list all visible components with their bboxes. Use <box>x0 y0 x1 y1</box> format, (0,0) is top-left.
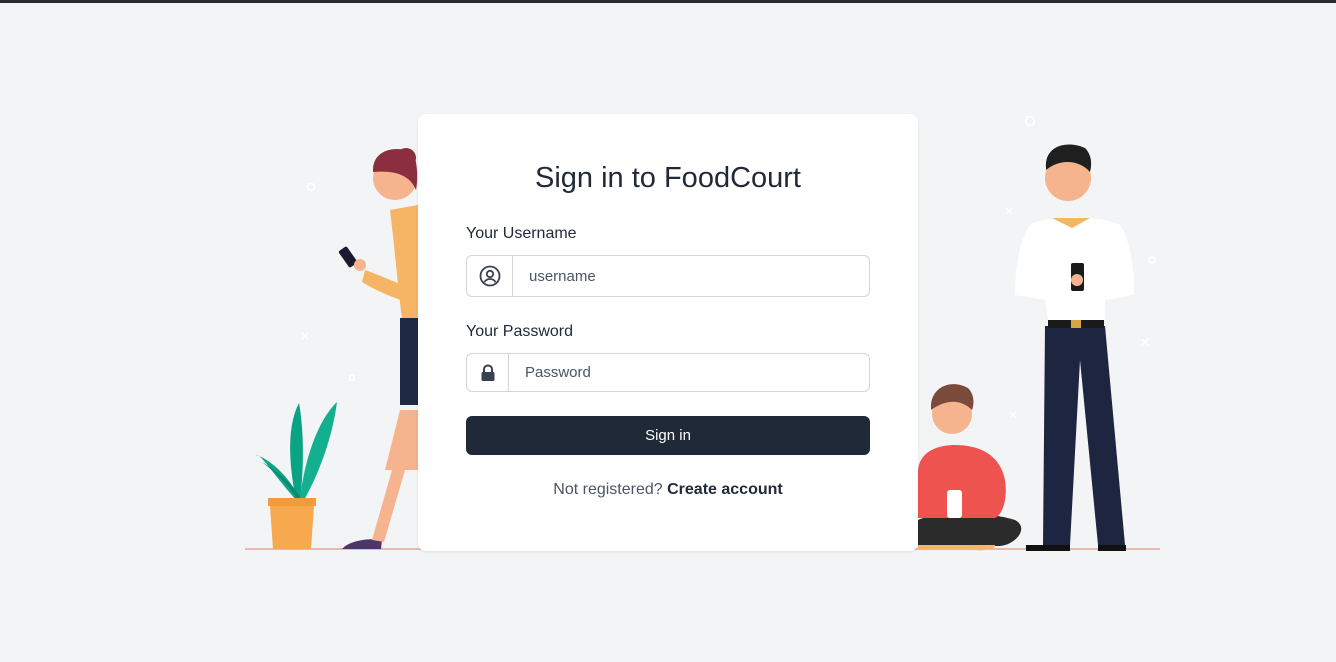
sign-in-card: Sign in to FoodCourt Your Username Your … <box>418 114 918 551</box>
woman-figure <box>338 148 418 549</box>
seated-boy-figure <box>918 384 1022 551</box>
username-label: Your Username <box>466 225 577 242</box>
username-field <box>466 255 870 297</box>
register-prompt: Not registered? Create account <box>418 481 918 499</box>
potted-plant <box>256 402 337 549</box>
create-account-link[interactable]: Create account <box>667 481 783 498</box>
lock-icon <box>467 354 509 391</box>
password-label: Your Password <box>466 323 574 340</box>
sign-in-button[interactable]: Sign in <box>466 416 870 455</box>
username-input[interactable] <box>513 256 869 296</box>
password-field <box>466 353 870 392</box>
password-input[interactable] <box>509 354 869 391</box>
user-circle-icon <box>467 256 513 296</box>
page-title: Sign in to FoodCourt <box>535 162 801 194</box>
standing-man-figure <box>1015 144 1135 551</box>
not-registered-text: Not registered? <box>553 481 663 498</box>
